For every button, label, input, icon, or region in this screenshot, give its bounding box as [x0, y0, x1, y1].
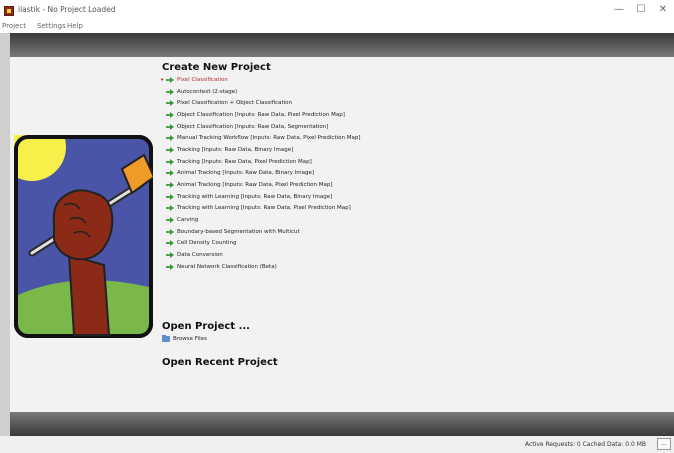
close-button[interactable]: ✕ — [654, 3, 672, 17]
green-arrow-icon — [166, 182, 174, 189]
menu-settings[interactable]: Settings — [37, 22, 66, 30]
status-more-button[interactable]: ... — [657, 438, 671, 450]
workflow-label: Autocontext (2-stage) — [177, 88, 238, 95]
startup-page: Create New Project • Pixel Classificatio… — [10, 57, 674, 412]
green-arrow-icon — [166, 146, 174, 153]
footer-shade — [10, 412, 674, 436]
green-arrow-icon — [166, 205, 174, 212]
workflow-item[interactable]: Boundary-based Segmentation with Multicu… — [160, 226, 590, 238]
workflow-item[interactable]: Animal Tracking [Inputs: Raw Data, Pixel… — [160, 179, 590, 191]
workflow-item[interactable]: Tracking [Inputs: Raw Data, Pixel Predic… — [160, 156, 590, 168]
green-arrow-icon — [166, 100, 174, 107]
workflow-item[interactable]: Manual Tracking Workflow [Inputs: Raw Da… — [160, 132, 590, 144]
menu-bar: Project Settings Help — [0, 21, 674, 33]
green-arrow-icon — [166, 193, 174, 200]
left-panel-edge — [0, 33, 10, 436]
browse-files-button[interactable]: Browse Files — [162, 335, 207, 342]
browse-files-label: Browse Files — [173, 336, 207, 342]
workflow-label: Tracking with Learning [Inputs: Raw Data… — [177, 193, 333, 200]
workflow-item[interactable]: Autocontext (2-stage) — [160, 86, 590, 98]
workflow-item[interactable]: Tracking with Learning [Inputs: Raw Data… — [160, 191, 590, 203]
open-recent-heading: Open Recent Project — [162, 357, 278, 368]
green-arrow-icon — [166, 228, 174, 235]
workflow-label: Manual Tracking Workflow [Inputs: Raw Da… — [177, 135, 361, 142]
folder-icon — [162, 335, 170, 342]
workflow-item[interactable]: Tracking with Learning [Inputs: Raw Data… — [160, 203, 590, 215]
workflow-item[interactable]: Object Classification [Inputs: Raw Data,… — [160, 121, 590, 133]
green-arrow-icon — [166, 170, 174, 177]
green-arrow-icon — [166, 252, 174, 259]
workflow-label: Tracking [Inputs: Raw Data, Pixel Predic… — [177, 158, 312, 165]
create-project-heading: Create New Project — [162, 62, 271, 73]
ilastik-logo — [14, 135, 153, 338]
workflow-label: Animal Tracking [Inputs: Raw Data, Binar… — [177, 170, 315, 177]
workflow-label: Object Classification [Inputs: Raw Data,… — [177, 111, 345, 118]
workflow-label: Tracking [Inputs: Raw Data, Binary Image… — [177, 146, 294, 153]
workflow-item[interactable]: Object Classification [Inputs: Raw Data,… — [160, 109, 590, 121]
workflow-label: Data Conversion — [177, 252, 223, 259]
workflow-label: Object Classification [Inputs: Raw Data,… — [177, 123, 329, 130]
workflow-label: Pixel Classification + Object Classifica… — [177, 100, 293, 107]
status-text: Active Requests: 0 Cached Data: 0.0 MB — [525, 441, 646, 448]
workflow-item[interactable]: Pixel Classification + Object Classifica… — [160, 97, 590, 109]
maximize-button[interactable]: ☐ — [632, 3, 650, 17]
green-arrow-icon — [166, 263, 174, 270]
workflow-item[interactable]: Data Conversion — [160, 249, 590, 261]
title-bar: ilastik - No Project Loaded — ☐ ✕ — [0, 0, 674, 21]
workflow-list: • Pixel Classification Autocontext (2-st… — [160, 74, 590, 273]
workflow-label: Cell Density Counting — [177, 240, 237, 247]
app-icon — [4, 6, 14, 16]
menu-project[interactable]: Project — [2, 22, 26, 30]
green-arrow-icon — [166, 76, 174, 83]
minimize-button[interactable]: — — [610, 3, 628, 17]
green-arrow-icon — [166, 135, 174, 142]
workflow-item[interactable]: Cell Density Counting — [160, 238, 590, 250]
workflow-item[interactable]: Neural Network Classification (Beta) — [160, 261, 590, 273]
green-arrow-icon — [166, 111, 174, 118]
open-project-heading: Open Project ... — [162, 321, 250, 332]
workflow-item[interactable]: Carving — [160, 214, 590, 226]
workflow-label: Animal Tracking [Inputs: Raw Data, Pixel… — [177, 182, 333, 189]
green-arrow-icon — [166, 240, 174, 247]
green-arrow-icon — [166, 217, 174, 224]
green-arrow-icon — [166, 158, 174, 165]
workflow-item[interactable]: Animal Tracking [Inputs: Raw Data, Binar… — [160, 168, 590, 180]
workflow-label: Tracking with Learning [Inputs: Raw Data… — [177, 205, 351, 212]
green-arrow-icon — [166, 123, 174, 130]
workflow-item[interactable]: • Pixel Classification — [160, 74, 590, 86]
window-title: ilastik - No Project Loaded — [18, 5, 116, 14]
header-shade — [10, 33, 674, 57]
workflow-label: Neural Network Classification (Beta) — [177, 263, 277, 270]
menu-help[interactable]: Help — [67, 22, 83, 30]
workflow-label: Carving — [177, 217, 199, 224]
workflow-label: Pixel Classification — [177, 76, 228, 83]
workflow-item[interactable]: Tracking [Inputs: Raw Data, Binary Image… — [160, 144, 590, 156]
green-arrow-icon — [166, 88, 174, 95]
status-bar: Active Requests: 0 Cached Data: 0.0 MB .… — [0, 436, 674, 453]
workflow-label: Boundary-based Segmentation with Multicu… — [177, 228, 300, 235]
